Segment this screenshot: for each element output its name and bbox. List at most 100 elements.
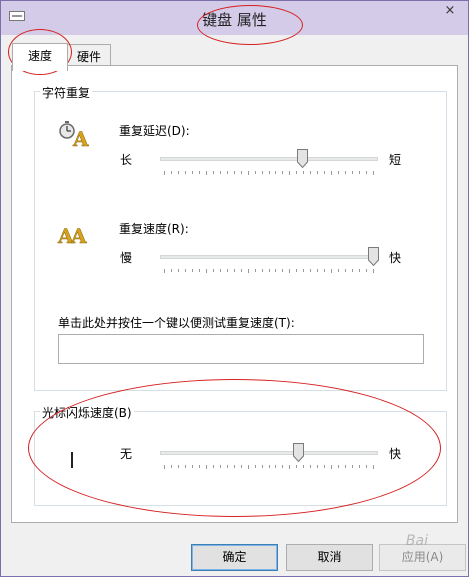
repeat-delay-min-label: 长 bbox=[120, 153, 133, 167]
cursor-blink-min-label: 无 bbox=[120, 447, 133, 461]
slider-tick bbox=[338, 171, 339, 174]
slider-tick bbox=[213, 171, 214, 174]
slider-tick bbox=[220, 269, 221, 272]
slider-tick bbox=[345, 269, 346, 272]
slider-tick bbox=[275, 465, 276, 468]
repeat-delay-icon: A bbox=[59, 121, 89, 149]
close-button[interactable]: × bbox=[436, 1, 464, 21]
repeat-rate-slider-track[interactable] bbox=[160, 255, 378, 259]
repeat-rate-max-label: 快 bbox=[389, 251, 402, 265]
slider-tick bbox=[241, 171, 242, 174]
slider-tick bbox=[171, 171, 172, 174]
cursor-blink-slider-track[interactable] bbox=[160, 451, 378, 455]
slider-tick bbox=[192, 171, 193, 174]
slider-tick bbox=[373, 465, 374, 469]
slider-tick bbox=[213, 269, 214, 272]
slider-tick bbox=[282, 465, 283, 468]
slider-tick bbox=[366, 269, 367, 272]
slider-tick bbox=[234, 465, 235, 468]
slider-tick bbox=[185, 465, 186, 468]
title-bar[interactable]: 键盘 属性 × bbox=[1, 1, 468, 35]
slider-tick bbox=[213, 465, 214, 468]
repeat-rate-label: 重复速度(R): bbox=[119, 222, 189, 236]
repeat-test-input[interactable] bbox=[58, 334, 424, 364]
slider-tick bbox=[317, 171, 318, 174]
repeat-rate-icon: A A bbox=[57, 224, 87, 247]
repeat-delay-slider-thumb[interactable] bbox=[297, 149, 308, 168]
svg-text:A: A bbox=[70, 224, 87, 247]
slider-tick bbox=[296, 465, 297, 468]
slider-tick bbox=[338, 465, 339, 468]
slider-tick bbox=[171, 269, 172, 272]
cursor-blink-ticks bbox=[160, 465, 378, 470]
repeat-rate-min-label: 慢 bbox=[120, 251, 133, 265]
cursor-blink-group-title: 光标闪烁速度(B) bbox=[40, 404, 134, 421]
slider-tick bbox=[234, 171, 235, 174]
slider-tick bbox=[282, 269, 283, 272]
slider-tick bbox=[241, 269, 242, 272]
slider-tick bbox=[352, 269, 353, 272]
slider-tick bbox=[345, 171, 346, 174]
repeat-test-label: 单击此处并按住一个键以便测试重复速度(T): bbox=[58, 316, 295, 330]
slider-tick bbox=[352, 465, 353, 468]
slider-tick bbox=[199, 269, 200, 272]
slider-tick bbox=[345, 465, 346, 468]
slider-tick bbox=[331, 269, 332, 273]
slider-tick bbox=[220, 465, 221, 468]
slider-tick bbox=[178, 171, 179, 174]
window-title: 键盘 属性 bbox=[202, 11, 267, 29]
slider-tick bbox=[192, 465, 193, 468]
slider-tick bbox=[178, 465, 179, 468]
slider-tick bbox=[310, 465, 311, 468]
cursor-blink-max-label: 快 bbox=[389, 447, 402, 461]
repeat-delay-max-label: 短 bbox=[389, 153, 402, 167]
slider-tick bbox=[206, 171, 207, 175]
slider-tick bbox=[206, 269, 207, 273]
slider-tick bbox=[289, 269, 290, 273]
cursor-blink-slider-thumb[interactable] bbox=[293, 443, 304, 462]
watermark: Bai bbox=[405, 533, 428, 549]
slider-tick bbox=[178, 269, 179, 272]
character-repeat-group-title: 字符重复 bbox=[40, 84, 93, 101]
repeat-rate-slider-thumb[interactable] bbox=[368, 247, 379, 266]
slider-tick bbox=[359, 465, 360, 468]
slider-tick bbox=[359, 171, 360, 174]
slider-tick bbox=[282, 171, 283, 174]
slider-tick bbox=[303, 269, 304, 272]
slider-tick bbox=[289, 465, 290, 469]
slider-tick bbox=[255, 269, 256, 272]
slider-tick bbox=[164, 269, 165, 273]
slider-tick bbox=[255, 465, 256, 468]
slider-tick bbox=[275, 171, 276, 174]
slider-tick bbox=[269, 465, 270, 468]
slider-tick bbox=[324, 465, 325, 468]
cancel-button[interactable]: 取消 bbox=[286, 544, 373, 571]
slider-tick bbox=[248, 465, 249, 469]
slider-tick bbox=[373, 269, 374, 273]
slider-tick bbox=[310, 171, 311, 174]
slider-tick bbox=[248, 171, 249, 175]
slider-tick bbox=[206, 465, 207, 469]
ok-button[interactable]: 确定 bbox=[191, 544, 278, 571]
tab-speed[interactable]: 速度 bbox=[12, 43, 68, 71]
slider-tick bbox=[185, 171, 186, 174]
slider-tick bbox=[248, 269, 249, 273]
repeat-delay-slider-track[interactable] bbox=[160, 157, 378, 161]
slider-tick bbox=[192, 269, 193, 272]
slider-tick bbox=[324, 269, 325, 272]
slider-tick bbox=[171, 465, 172, 468]
slider-tick bbox=[296, 171, 297, 174]
slider-tick bbox=[164, 171, 165, 175]
slider-tick bbox=[324, 171, 325, 174]
slider-tick bbox=[269, 269, 270, 272]
slider-tick bbox=[255, 171, 256, 174]
slider-tick bbox=[303, 465, 304, 468]
svg-text:A: A bbox=[72, 127, 89, 149]
slider-tick bbox=[296, 269, 297, 272]
repeat-rate-ticks bbox=[160, 269, 378, 274]
slider-tick bbox=[289, 171, 290, 175]
slider-tick bbox=[310, 269, 311, 272]
slider-tick bbox=[234, 269, 235, 272]
slider-tick bbox=[366, 171, 367, 174]
slider-tick bbox=[227, 465, 228, 468]
